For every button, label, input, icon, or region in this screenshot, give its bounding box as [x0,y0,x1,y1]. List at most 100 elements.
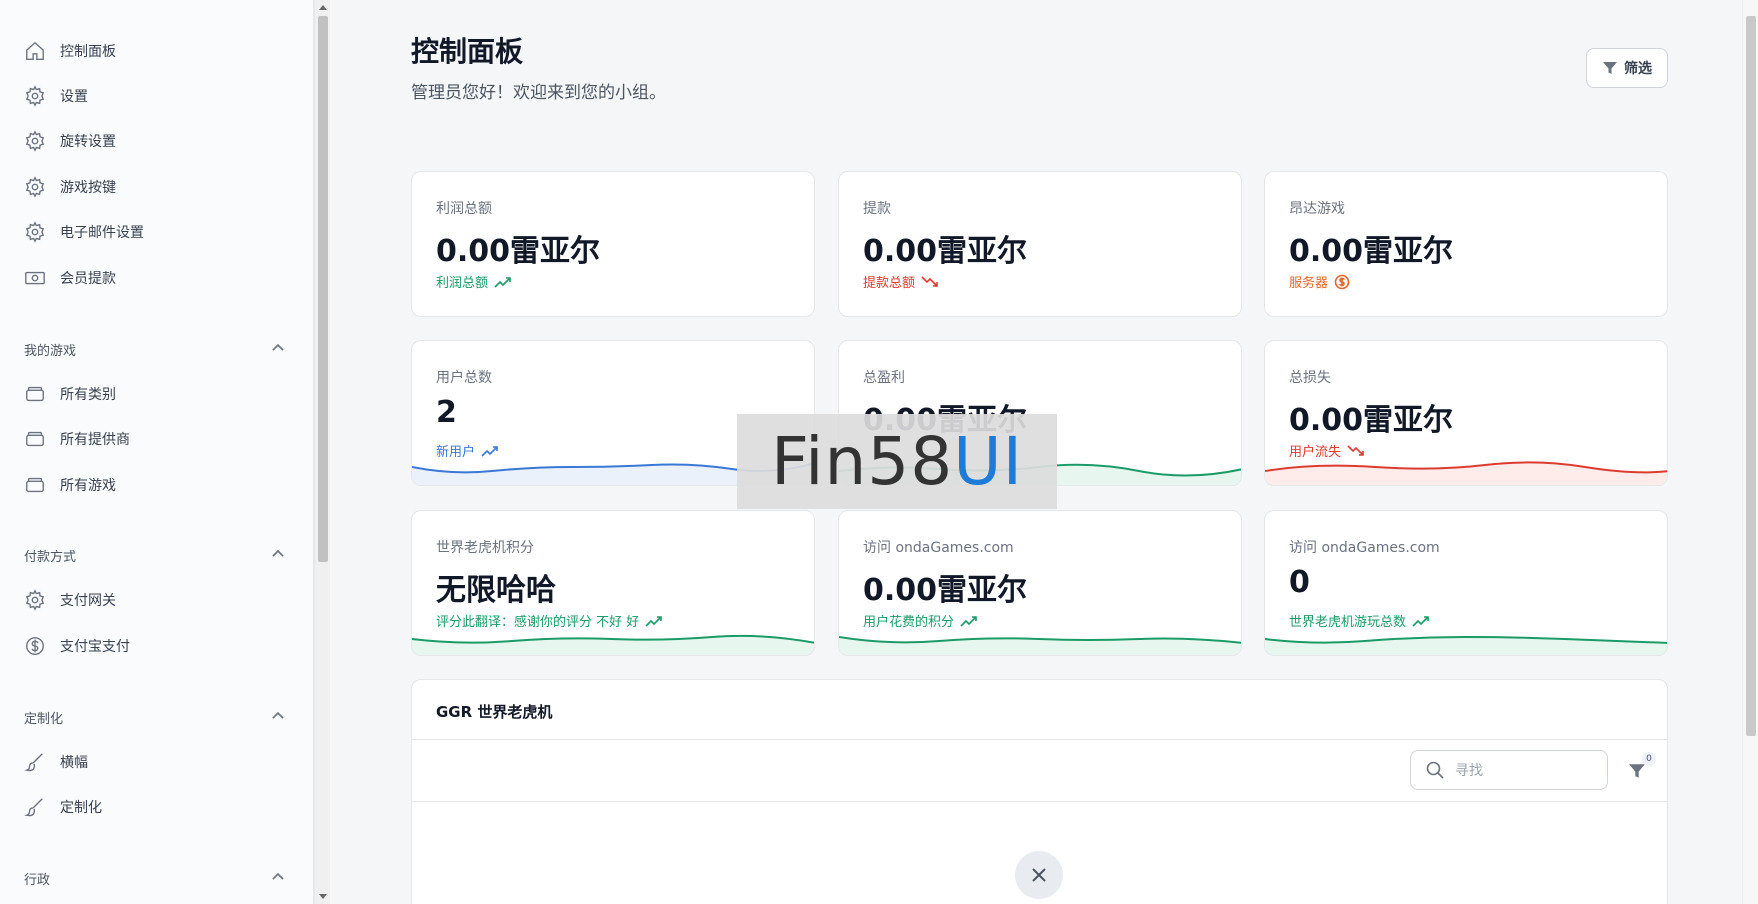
stat-card-total-slot-plays: 访问 ondaGames.com 0 世界老虎机游玩总数 [1264,510,1668,656]
stat-value: 0.00雷亚尔 [863,234,1028,269]
funnel-icon [1603,62,1617,74]
home-icon [26,41,44,60]
gear-icon [25,589,45,611]
stack-icon [26,431,44,447]
stat-value: 0 [1289,565,1310,600]
stat-label: 访问 ondaGames.com [863,540,1014,556]
sidebar-item-email-settings[interactable]: 电子邮件设置 [24,217,144,247]
sidebar-item-label: 控制面板 [60,44,116,60]
stat-trend: 利润总额 [436,272,512,291]
table-filter-button[interactable]: 0 [1624,752,1656,786]
search-icon [1426,761,1444,779]
trending-down-icon [921,275,938,287]
chevron-up-icon[interactable] [270,340,286,356]
scroll-down-icon[interactable] [319,894,327,899]
stat-label: 世界老虎机积分 [436,540,534,556]
stat-value: 2 [436,395,457,430]
stat-value: 0.00雷亚尔 [863,573,1028,608]
watermark-text-part2: UI [953,423,1024,500]
stat-trend: 提款总额 [863,272,939,291]
sidebar-item-label: 电子邮件设置 [60,225,144,241]
stat-card-onda-games: 昂达游戏 0.00雷亚尔 服务器 [1264,171,1668,317]
watermark-logo: Fin58 UI [737,414,1057,509]
stack-icon [26,386,44,402]
brush-icon [24,753,43,772]
sidebar-item-all-providers[interactable]: 所有提供商 [24,424,130,454]
watermark-text-part1: Fin58 [770,423,954,500]
page-scrollbar[interactable] [1742,0,1758,904]
close-icon [1032,868,1046,882]
sidebar-item-label: 所有游戏 [60,478,116,494]
sidebar-item-game-keys[interactable]: 游戏按键 [24,172,116,202]
divider [412,739,1667,740]
table-title: GGR 世界老虎机 [436,703,553,721]
stat-card-total-profit: 利润总额 0.00雷亚尔 利润总额 [411,171,815,317]
page-subtitle: 管理员您好！欢迎来到您的小组。 [411,83,666,103]
stat-card-total-loss: 总损失 0.00雷亚尔 用户流失 [1264,340,1668,486]
chevron-up-icon[interactable] [270,869,286,885]
sidebar: 控制面板 设置 旋转设置 游戏按键 电子邮件设置 会员提款 我的游戏 所有类别 … [0,0,314,904]
sidebar-item-label: 支付宝支付 [60,639,130,655]
stat-card-slot-credits: 世界老虎机积分 无限哈哈 评分此翻译：感谢你的评分 不好 好 [411,510,815,656]
sidebar-item-settings[interactable]: 设置 [24,81,88,111]
stat-card-withdrawals: 提款 0.00雷亚尔 提款总额 [838,171,1242,317]
sidebar-item-alipay[interactable]: 支付宝支付 [24,631,130,661]
gear-icon [25,221,45,243]
scroll-thumb[interactable] [318,16,328,562]
page-scroll-thumb[interactable] [1746,16,1756,736]
sidebar-item-label: 设置 [60,89,88,105]
sidebar-item-label: 所有类别 [60,387,116,403]
scroll-up-icon[interactable] [319,5,327,10]
dollar-circle-icon [1334,274,1350,289]
sidebar-item-payment-gateway[interactable]: 支付网关 [24,585,116,615]
sidebar-item-label: 游戏按键 [60,180,116,196]
stat-label: 提款 [863,201,891,217]
stat-label: 利润总额 [436,201,492,217]
sidebar-item-label: 会员提款 [60,271,116,287]
divider [412,801,1667,802]
filter-button[interactable]: 筛选 [1586,48,1668,88]
brush-icon [24,798,43,817]
stat-card-credits-spent: 访问 ondaGames.com 0.00雷亚尔 用户花费的积分 [838,510,1242,656]
close-button[interactable] [1015,851,1063,899]
sidebar-item-label: 横幅 [60,755,88,771]
gear-icon [25,130,45,152]
chevron-up-icon[interactable] [270,546,286,562]
stat-value: 0.00雷亚尔 [1289,403,1454,438]
sidebar-item-label: 定制化 [60,800,102,816]
stat-label: 用户总数 [436,370,492,386]
stat-trend: 服务器 [1289,272,1350,291]
sidebar-item-member-withdrawals[interactable]: 会员提款 [24,263,116,293]
search-placeholder: 寻找 [1455,763,1483,779]
sidebar-item-label: 旋转设置 [60,134,116,150]
sidebar-item-customization[interactable]: 定制化 [24,792,102,822]
filter-count-badge: 0 [1642,752,1656,766]
stat-value: 无限哈哈 [436,573,556,608]
dollar-circle-icon [26,637,44,655]
sparkline [1265,635,1667,655]
section-title-my-games: 我的游戏 [24,344,77,359]
section-title-payment-methods: 付款方式 [24,550,77,565]
stat-trend-label: 服务器 [1289,276,1329,291]
sidebar-item-spin-settings[interactable]: 旋转设置 [24,126,116,156]
stat-label: 总盈利 [863,370,905,386]
trending-up-icon [494,276,511,288]
sidebar-item-all-categories[interactable]: 所有类别 [24,379,116,409]
sidebar-scrollbar[interactable] [314,0,330,904]
sidebar-item-dashboard[interactable]: 控制面板 [24,36,116,66]
sidebar-item-banners[interactable]: 横幅 [24,747,88,777]
stat-label: 昂达游戏 [1289,201,1345,217]
section-title-administration: 行政 [24,873,51,888]
stack-icon [26,477,44,493]
sparkline [1265,461,1667,485]
gear-icon [25,176,45,198]
sidebar-item-all-games[interactable]: 所有游戏 [24,470,116,500]
sparkline [839,636,1241,655]
sidebar-item-label: 支付网关 [60,593,116,609]
cash-icon [25,271,45,285]
page-title: 控制面板 [411,35,524,68]
gear-icon [25,85,45,107]
search-input[interactable]: 寻找 [1410,750,1608,790]
chevron-up-icon[interactable] [270,708,286,724]
sidebar-item-label: 所有提供商 [60,432,130,448]
